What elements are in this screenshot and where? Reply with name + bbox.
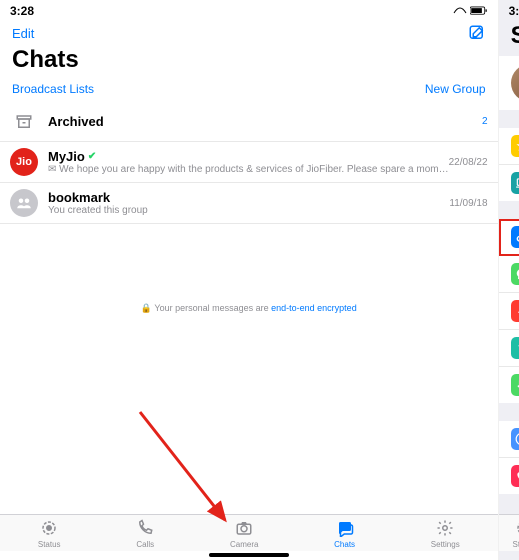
- calls-icon: [136, 519, 154, 539]
- chat-icon: [511, 263, 519, 285]
- tab-bar: StatusCallsCameraChatsSettings: [499, 514, 519, 551]
- heart-icon: [511, 465, 519, 487]
- status-icon: [40, 519, 58, 539]
- tab-calls[interactable]: Calls: [136, 519, 154, 549]
- camera-icon: [235, 519, 253, 539]
- encryption-notice: 🔒 Your personal messages are end-to-end …: [0, 295, 498, 322]
- status-time: 3:28: [10, 4, 34, 18]
- tab-label: Settings: [431, 540, 460, 549]
- tab-label: Calls: [136, 540, 154, 549]
- verified-icon: ✔: [88, 151, 96, 162]
- tab-bar: Status Calls Camera Chats Settings: [0, 514, 498, 551]
- settings-row-notifications[interactable]: Notifications›: [499, 293, 519, 330]
- settings-group-2: Account›Chats›Notifications›Payments›Sto…: [499, 219, 519, 403]
- archived-icon: [15, 113, 33, 131]
- compose-icon[interactable]: [468, 24, 486, 42]
- settings-row-chats[interactable]: Chats›: [499, 256, 519, 293]
- chat-list: Archived 2 Jio MyJio✔✉ We hope you are ha…: [0, 102, 498, 295]
- settings-row-account[interactable]: Account›: [499, 219, 519, 256]
- laptop-icon: [511, 172, 519, 194]
- phone-chats: 3:28 Edit Chats Broadcast Lists New Grou…: [0, 0, 499, 560]
- tab-status[interactable]: Status: [513, 519, 519, 549]
- settings-row-help[interactable]: Help›: [499, 421, 519, 458]
- tab-label: Chats: [334, 540, 355, 549]
- home-indicator: [209, 553, 289, 557]
- chat-row[interactable]: bookmarkYou created this group11/09/18: [0, 183, 498, 224]
- chat-name: bookmark: [48, 190, 449, 205]
- settings-icon: [436, 519, 454, 539]
- tab-label: Status: [38, 540, 61, 549]
- avatar: [511, 64, 519, 102]
- chat-name: MyJio✔: [48, 149, 449, 164]
- settings-group-3: Help›Tell a Friend›: [499, 421, 519, 494]
- archived-row[interactable]: Archived 2: [0, 102, 498, 142]
- archived-count: 2: [482, 116, 488, 127]
- archived-label: Archived: [48, 114, 482, 129]
- rupee-icon: [511, 337, 519, 359]
- avatar-placeholder: [10, 189, 38, 217]
- sub-nav: Broadcast Lists New Group: [0, 80, 498, 102]
- chat-time: 11/09/18: [449, 198, 487, 209]
- status-indicators: [453, 6, 488, 16]
- tab-settings[interactable]: Settings: [431, 519, 460, 549]
- new-group-link[interactable]: New Group: [425, 82, 486, 96]
- settings-row-linked-devices[interactable]: Linked Devices›: [499, 165, 519, 201]
- star-icon: [511, 135, 519, 157]
- settings-row-tell-a-friend[interactable]: Tell a Friend›: [499, 458, 519, 494]
- status-time: 3:28: [509, 4, 519, 18]
- phone-settings: 3:28 Settings Anmol not active on this n…: [499, 0, 519, 560]
- avatar-jio: Jio: [10, 148, 38, 176]
- chat-preview: ✉ We hope you are happy with the product…: [48, 164, 449, 175]
- bell-icon: [511, 300, 519, 322]
- tab-camera[interactable]: Camera: [230, 519, 258, 549]
- broadcast-lists-link[interactable]: Broadcast Lists: [12, 82, 94, 96]
- settings-row-storage-and-data[interactable]: Storage and Data›: [499, 367, 519, 403]
- chat-preview: You created this group: [48, 205, 449, 216]
- edit-button[interactable]: Edit: [12, 26, 34, 41]
- info-icon: [511, 428, 519, 450]
- chat-row[interactable]: Jio MyJio✔✉ We hope you are happy with th…: [0, 142, 498, 183]
- page-title: Settings: [499, 20, 519, 56]
- settings-row-payments[interactable]: Payments›: [499, 330, 519, 367]
- tab-status[interactable]: Status: [38, 519, 61, 549]
- nav-bar: Edit: [0, 20, 498, 44]
- tab-chats[interactable]: Chats: [334, 519, 355, 549]
- data-icon: [511, 374, 519, 396]
- status-icon: [515, 519, 519, 539]
- chats-icon: [336, 519, 354, 539]
- key-icon: [511, 226, 519, 248]
- encryption-link[interactable]: end-to-end encrypted: [271, 303, 357, 313]
- tab-label: Status: [513, 540, 519, 549]
- status-bar: 3:28: [499, 0, 519, 20]
- status-bar: 3:28: [0, 0, 498, 20]
- tab-label: Camera: [230, 540, 258, 549]
- page-title: Chats: [0, 44, 498, 80]
- settings-group-1: Starred Messages›Linked Devices›: [499, 128, 519, 201]
- chat-time: 22/08/22: [449, 157, 488, 168]
- profile-row[interactable]: Anmol not active on this number. Pls try…: [499, 56, 519, 110]
- settings-row-starred-messages[interactable]: Starred Messages›: [499, 128, 519, 165]
